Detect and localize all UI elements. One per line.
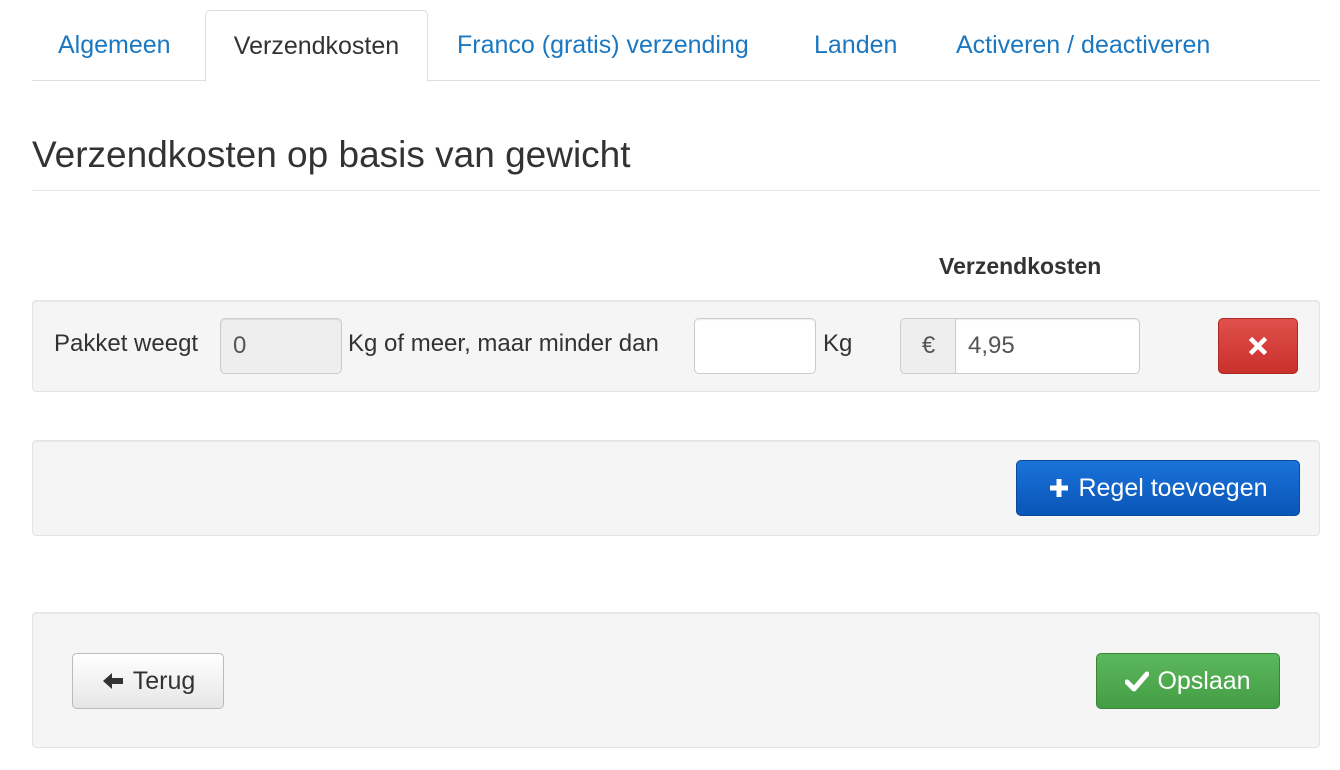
tab-bar: Algemeen Verzendkosten Franco (gratis) v… xyxy=(32,10,1320,82)
form-actions-panel: Terug Opslaan xyxy=(32,612,1320,748)
weight-prefix-label: Pakket weegt xyxy=(54,330,199,357)
arrow-left-icon xyxy=(101,671,125,691)
title-divider xyxy=(32,190,1320,191)
add-row-panel: Regel toevoegen xyxy=(32,440,1320,536)
weight-range-label: Kg of meer, maar minder dan xyxy=(348,330,659,357)
back-button[interactable]: Terug xyxy=(72,653,224,709)
max-weight-field[interactable] xyxy=(694,318,816,374)
tab-landen[interactable]: Landen xyxy=(814,10,897,81)
cost-field[interactable]: 4,95 xyxy=(955,318,1140,374)
tab-franco-verzending[interactable]: Franco (gratis) verzending xyxy=(457,10,749,81)
check-icon xyxy=(1125,670,1150,692)
add-row-label: Regel toevoegen xyxy=(1078,473,1268,502)
delete-row-button[interactable] xyxy=(1218,318,1298,374)
min-weight-field[interactable]: 0 xyxy=(220,318,342,374)
tab-algemeen[interactable]: Algemeen xyxy=(58,10,171,81)
column-header-verzendkosten: Verzendkosten xyxy=(939,253,1102,279)
tab-verzendkosten[interactable]: Verzendkosten xyxy=(205,10,428,82)
weight-unit-label: Kg xyxy=(823,330,853,357)
close-icon xyxy=(1248,336,1268,356)
back-label: Terug xyxy=(132,666,196,695)
save-label: Opslaan xyxy=(1157,666,1251,695)
shipping-rule-row: Pakket weegt 0 Kg of meer, maar minder d… xyxy=(32,300,1320,392)
tab-activeren-deactiveren[interactable]: Activeren / deactiveren xyxy=(956,10,1210,81)
plus-icon xyxy=(1048,477,1070,499)
page-title: Verzendkosten op basis van gewicht xyxy=(32,134,631,175)
save-button[interactable]: Opslaan xyxy=(1096,653,1280,709)
add-row-button[interactable]: Regel toevoegen xyxy=(1016,460,1300,516)
currency-addon: € xyxy=(900,318,956,374)
